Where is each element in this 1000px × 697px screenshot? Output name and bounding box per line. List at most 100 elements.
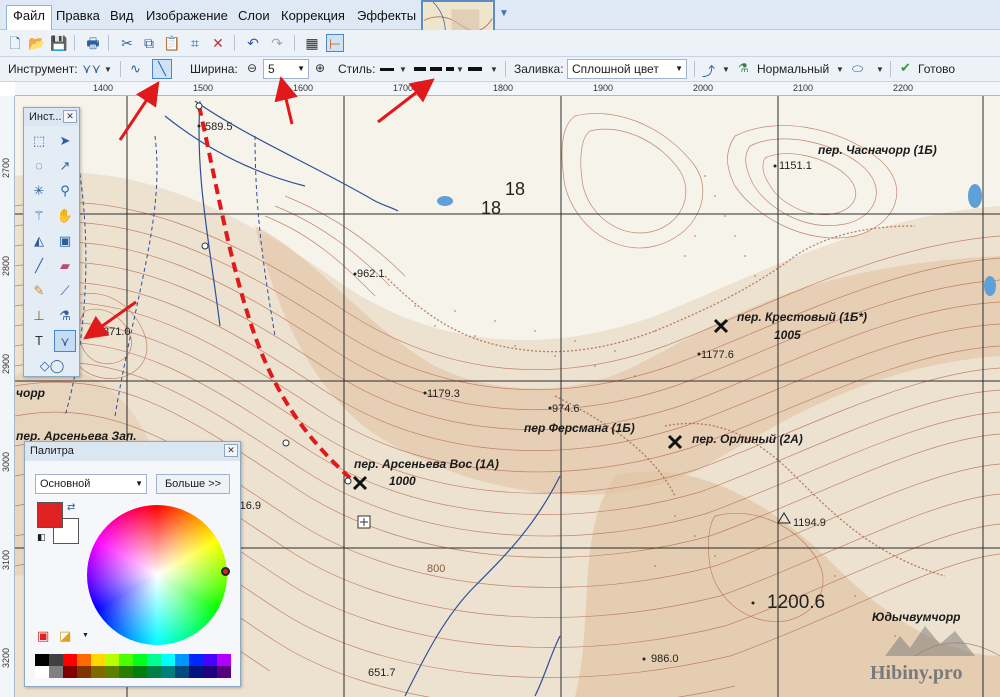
chevron-down-icon[interactable]: ▼ — [836, 65, 844, 74]
increase-width-icon[interactable]: ⊕ — [315, 61, 325, 75]
chevron-down-icon[interactable]: ▼ — [104, 65, 112, 74]
magic-wand-icon[interactable]: ⚚ — [28, 205, 50, 227]
save-icon[interactable]: 💾 — [50, 34, 68, 52]
decrease-width-icon[interactable]: ⊖ — [247, 61, 257, 75]
route-node[interactable] — [282, 439, 290, 447]
paint-bucket-icon[interactable]: ◭ — [28, 230, 50, 252]
swap-colors-icon[interactable]: ⇄ — [67, 502, 75, 513]
deselect-icon[interactable]: ✕ — [209, 34, 227, 52]
thumbnail-dropdown-icon[interactable]: ▼ — [499, 8, 509, 19]
lasso-select-icon[interactable]: ◌ — [28, 155, 50, 177]
line-cap-icon[interactable] — [468, 67, 482, 71]
selection-mode-icon[interactable]: ⬭ — [852, 61, 863, 77]
ruler-label: 3200 — [1, 647, 11, 668]
ruler-label: 2800 — [1, 255, 11, 276]
pass-height-label: 1000 — [389, 474, 416, 488]
chevron-down-icon[interactable]: ▼ — [490, 65, 498, 74]
place-label: чорр — [16, 386, 45, 400]
palette-swatches[interactable] — [35, 654, 231, 678]
close-icon[interactable]: ✕ — [63, 110, 77, 123]
line-tool-icon[interactable]: ⋎⋎ — [82, 61, 101, 77]
width-input[interactable]: 5 ▼ — [263, 59, 309, 79]
ruler-label: 2900 — [1, 353, 11, 374]
palette-window-title[interactable]: Палитра — [25, 442, 240, 461]
move-selected-icon[interactable]: ↗ — [54, 155, 76, 177]
width-value: 5 — [268, 62, 275, 76]
add-color-icon[interactable]: ▣ — [37, 628, 49, 644]
primary-color-swatch[interactable] — [37, 502, 63, 528]
spot-height: 974.6 — [552, 403, 580, 415]
pencil-icon[interactable]: ✎ — [28, 280, 50, 302]
done-button[interactable]: Готово — [918, 62, 955, 76]
chevron-down-icon[interactable]: ▼ — [456, 65, 464, 74]
watermark-text: Hibiny.pro — [870, 662, 963, 684]
close-icon[interactable]: ✕ — [224, 444, 238, 457]
chevron-down-icon[interactable]: ▼ — [82, 632, 89, 639]
menu-file[interactable]: Файл — [6, 5, 52, 30]
grid-icon[interactable]: ▦ — [303, 34, 321, 52]
menu-edit[interactable]: Правка — [50, 6, 106, 26]
line-style-solid-icon[interactable] — [380, 68, 394, 71]
straight-line-mode-button[interactable]: ╲ — [152, 59, 172, 79]
undo-icon[interactable]: ↶ — [244, 34, 262, 52]
blend-mode-value[interactable]: Нормальный — [757, 62, 829, 76]
ruler-icon[interactable]: ⊢ — [326, 34, 344, 52]
menu-view[interactable]: Вид — [104, 6, 140, 26]
chevron-down-icon[interactable]: ▼ — [876, 65, 884, 74]
checkmark-icon[interactable]: ✔ — [900, 60, 911, 76]
more-button[interactable]: Больше >> — [156, 474, 230, 494]
zoom-icon[interactable]: ⚲ — [54, 180, 76, 202]
crop-icon[interactable]: ⌗ — [186, 34, 204, 52]
route-node[interactable] — [344, 477, 352, 485]
pass-label: пер. Орлиный (2А) — [692, 432, 803, 446]
ruler-label: 2700 — [1, 157, 11, 178]
color-picker-icon[interactable]: ⟋ — [54, 280, 76, 302]
pass-label: пер Ферсмана (1Б) — [524, 421, 635, 435]
curve-mode-icon[interactable]: ∿ — [130, 61, 141, 77]
route-node[interactable] — [201, 242, 209, 250]
palette-mode-select[interactable]: Основной ▼ — [35, 474, 147, 494]
toolbar-separator — [234, 35, 235, 51]
rectangle-select-icon[interactable]: ⬚ — [28, 130, 50, 152]
palette-window: Палитра ✕ Основной ▼ Больше >> ⇄ ◧ ▣ ◪ ▼ — [24, 441, 241, 687]
palette-menu-icon[interactable]: ◪ — [59, 628, 71, 644]
reset-colors-icon[interactable]: ◧ — [37, 532, 46, 543]
palette-mode-value: Основной — [40, 478, 91, 490]
print-icon[interactable]: 🖶 — [84, 34, 102, 52]
gradient-icon[interactable]: ▣ — [54, 230, 76, 252]
antialiasing-icon[interactable]: ⤴ — [702, 61, 715, 80]
line-curve-tool-icon[interactable]: ⋎ — [54, 330, 76, 352]
dash-style-icon[interactable] — [414, 67, 454, 71]
menu-layers[interactable]: Слои — [232, 6, 276, 26]
menu-image[interactable]: Изображение — [140, 6, 234, 26]
clone-stamp-icon[interactable]: ⊥ — [28, 305, 50, 327]
move-selection-icon[interactable]: ➤ — [54, 130, 76, 152]
pan-hand-icon[interactable]: ✋ — [54, 205, 76, 227]
color-wheel[interactable] — [87, 505, 227, 645]
menu-adjustments[interactable]: Коррекция — [275, 6, 351, 26]
text-tool-icon[interactable]: T — [28, 330, 50, 352]
fill-label: Заливка: — [514, 62, 564, 76]
paste-icon[interactable]: 📋 — [163, 34, 181, 52]
lake — [984, 276, 996, 296]
toolbar-separator — [694, 61, 695, 77]
copy-icon[interactable]: ⧉ — [140, 34, 158, 52]
ruler-label: 1400 — [93, 83, 114, 93]
recolor-icon[interactable]: ⚗ — [54, 305, 76, 327]
cut-icon[interactable]: ✂ — [118, 34, 136, 52]
eraser-icon[interactable]: ▰ — [54, 255, 76, 277]
chevron-down-icon[interactable]: ▼ — [722, 65, 730, 74]
magic-wand-icon[interactable]: ✳ — [28, 180, 50, 202]
route-node[interactable] — [195, 102, 203, 110]
redo-icon[interactable]: ↷ — [268, 34, 286, 52]
shapes-tool-icon[interactable]: ◇◯ — [32, 355, 72, 377]
color-wheel-handle[interactable] — [221, 567, 230, 576]
menu-effects[interactable]: Эффекты — [351, 6, 422, 26]
new-icon[interactable]: 🗋 — [6, 34, 24, 52]
paintbrush-icon[interactable]: ╱ — [28, 255, 50, 277]
fill-select[interactable]: Сплошной цвет ▼ — [567, 59, 687, 79]
chevron-down-icon[interactable]: ▼ — [399, 65, 407, 74]
open-icon[interactable]: 📂 — [28, 34, 46, 52]
tools-window: Инст... ✕ ⬚ ➤ ◌ ↗ ✳ ⚲ ⚚ ✋ ◭ ▣ ╱ ▰ ✎ ⟋ ⊥ … — [23, 107, 80, 377]
toolbar-separator — [74, 35, 75, 51]
